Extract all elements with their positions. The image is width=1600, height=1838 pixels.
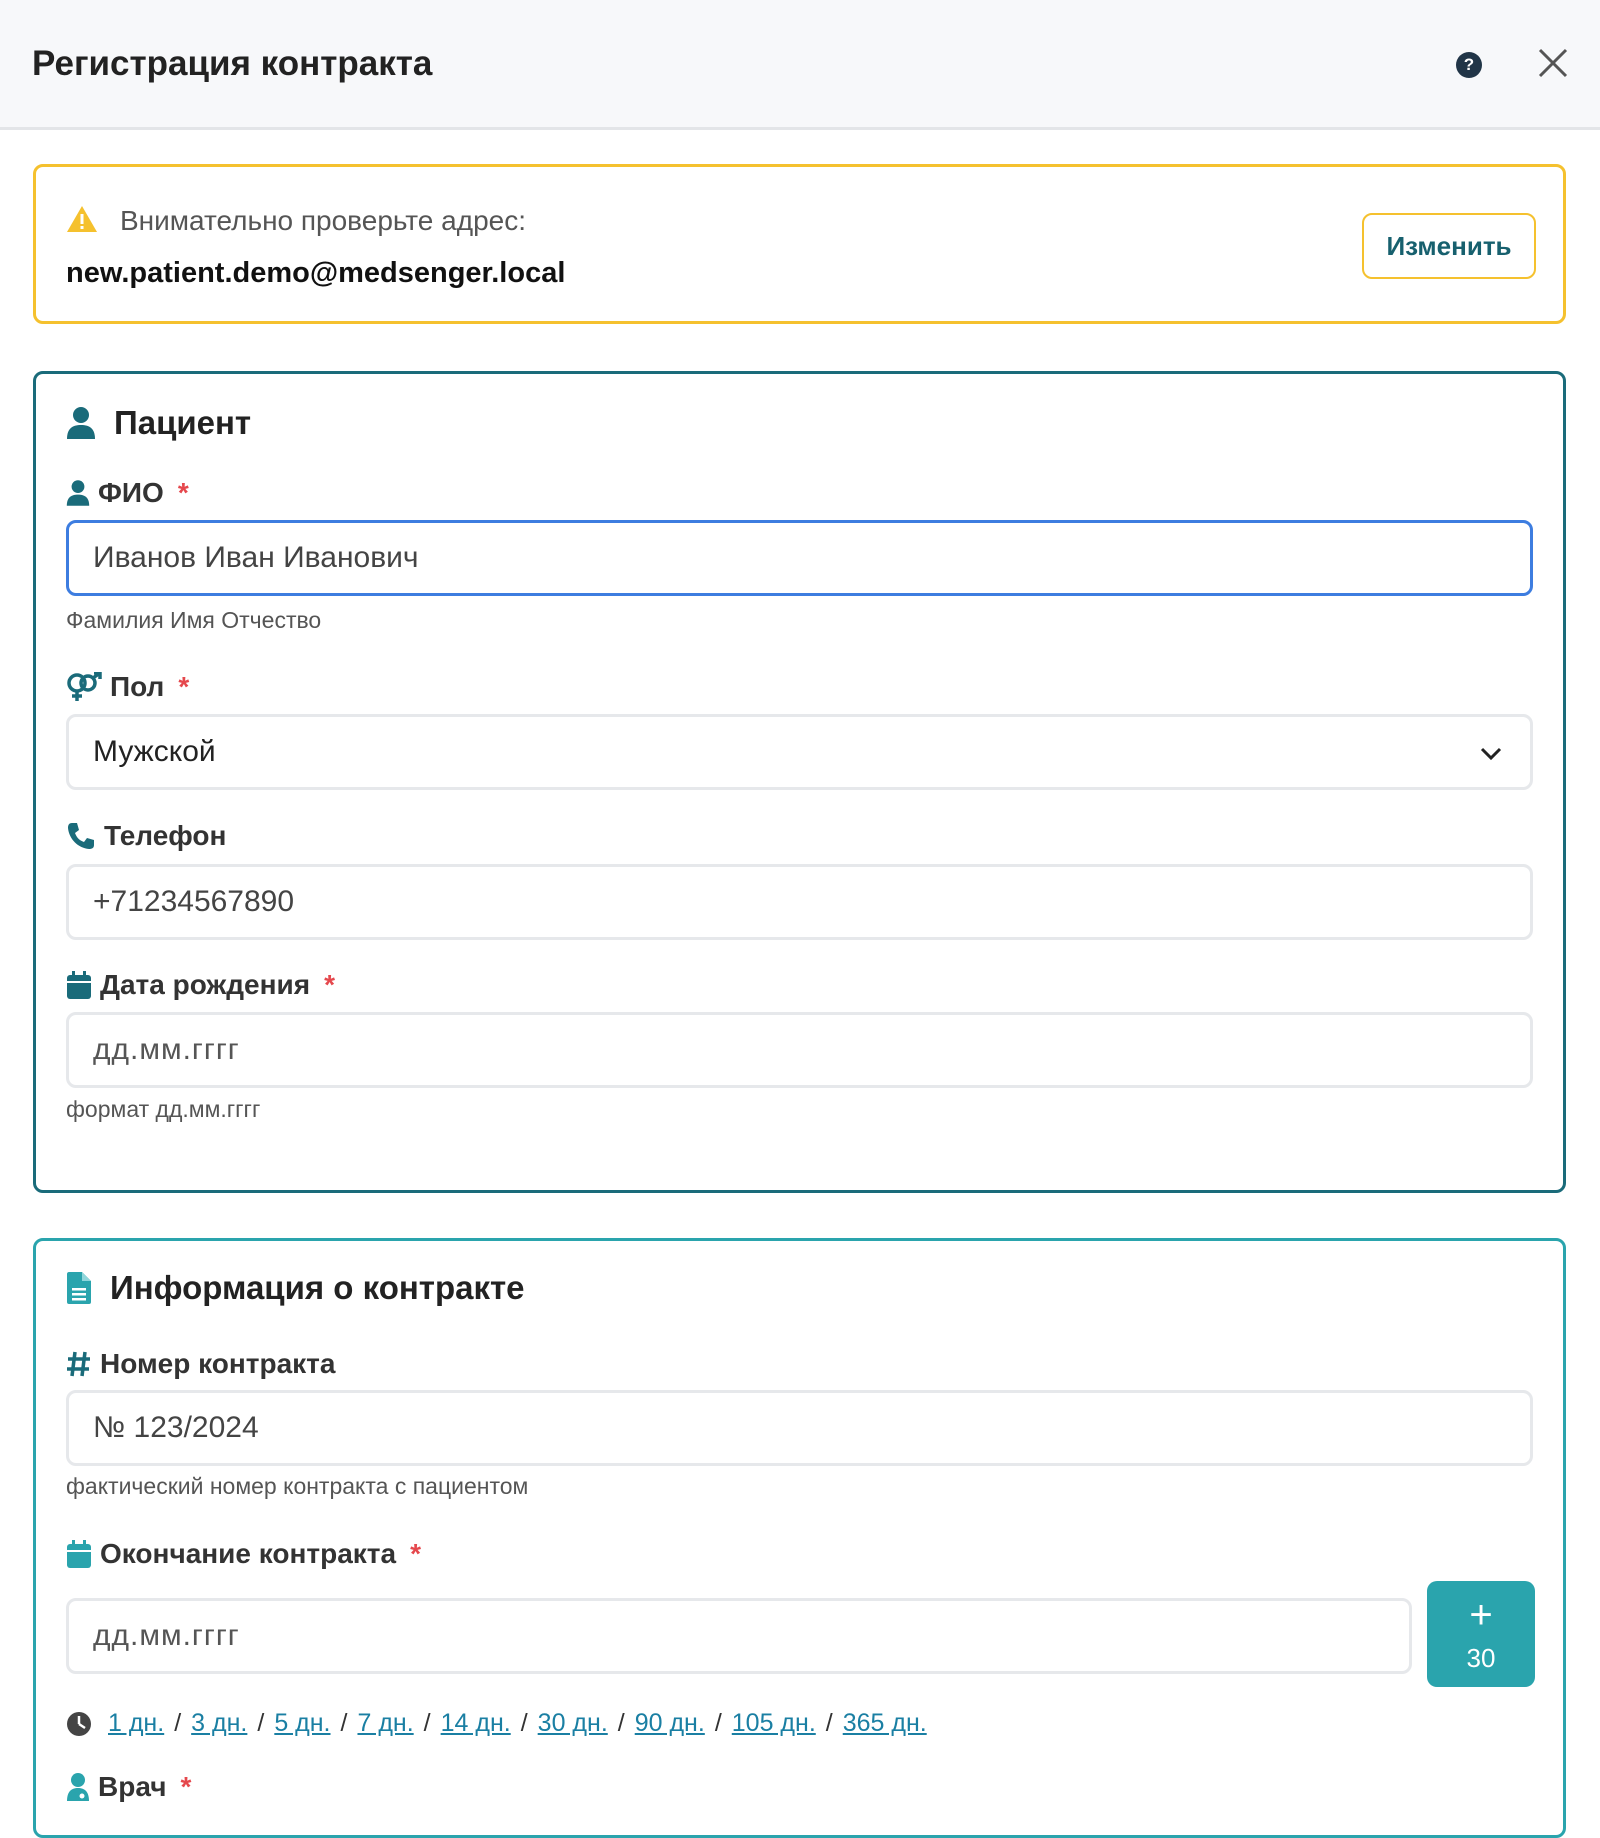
quick-days-365[interactable]: 365 дн.: [843, 1709, 927, 1738]
required-mark: *: [178, 671, 190, 702]
contract-end-placeholder: дд.мм.гггг: [93, 1619, 240, 1652]
contract-end-label: Окончание контракта *: [66, 1538, 421, 1570]
add-30-days-button[interactable]: + 30: [1427, 1581, 1535, 1687]
warning-icon: [67, 206, 97, 232]
fio-input-value: Иванов Иван Иванович: [93, 541, 419, 574]
quick-days-5[interactable]: 5 дн.: [274, 1709, 330, 1738]
address-warning: Внимательно проверьте адрес: new.patient…: [33, 164, 1566, 324]
phone-label-text: Телефон: [104, 820, 227, 851]
contract-card: Информация о контракте Номер контракта №…: [33, 1238, 1566, 1838]
birth-label-text: Дата рождения: [100, 969, 311, 1000]
fio-label-text: ФИО: [98, 477, 164, 508]
phone-input[interactable]: +71234567890: [66, 864, 1533, 940]
calendar-icon: [67, 1540, 91, 1568]
birth-date-placeholder: дд.мм.гггг: [93, 1033, 240, 1066]
quick-days-30[interactable]: 30 дн.: [538, 1709, 608, 1738]
quick-days-14[interactable]: 14 дн.: [441, 1709, 511, 1738]
quick-days-105[interactable]: 105 дн.: [732, 1709, 816, 1738]
sex-select-value: Мужской: [93, 735, 216, 768]
chevron-down-icon: [1480, 747, 1502, 761]
contract-number-label-text: Номер контракта: [100, 1348, 336, 1379]
phone-input-value: +71234567890: [93, 885, 295, 918]
quick-days-7[interactable]: 7 дн.: [357, 1709, 413, 1738]
required-mark: *: [324, 969, 335, 1000]
contract-end-label-text: Окончание контракта: [100, 1538, 397, 1569]
contract-end-input[interactable]: дд.мм.гггг: [66, 1598, 1412, 1674]
user-icon: [67, 407, 95, 439]
contract-number-input[interactable]: № 123/2024: [66, 1390, 1533, 1466]
required-mark: *: [180, 1771, 192, 1802]
required-mark: *: [410, 1538, 421, 1569]
quick-days-3[interactable]: 3 дн.: [191, 1709, 247, 1738]
change-address-button[interactable]: Изменить: [1362, 213, 1536, 279]
phone-label: Телефон: [66, 820, 226, 852]
contract-number-label: Номер контракта: [66, 1348, 335, 1380]
patient-section-title: Пациент: [66, 404, 251, 442]
sex-label: Пол *: [66, 671, 189, 703]
plus-symbol: +: [1469, 1593, 1493, 1637]
document-icon: [67, 1272, 91, 1304]
phone-icon: [68, 823, 94, 849]
contract-number-hint: фактический номер контракта с пациентом: [66, 1473, 529, 1499]
warning-message: Внимательно проверьте адрес:: [120, 205, 526, 236]
gender-icon: [67, 672, 102, 701]
calendar-icon: [67, 971, 91, 999]
contract-title-text: Информация о контракте: [110, 1269, 525, 1306]
user-icon: [66, 480, 90, 506]
doctor-label-text: Врач: [98, 1771, 167, 1802]
doctor-label: Врач *: [66, 1771, 191, 1803]
quick-duration-links: 1 дн./ 3 дн./ 5 дн./ 7 дн./ 14 дн./ 30 д…: [66, 1709, 927, 1738]
modal-header: Регистрация контракта ?: [0, 0, 1600, 130]
close-icon[interactable]: [1536, 46, 1570, 80]
fio-label: ФИО *: [66, 477, 189, 509]
sex-label-text: Пол: [110, 671, 165, 702]
plus-days: 30: [1466, 1643, 1496, 1673]
sex-select[interactable]: Мужской: [66, 714, 1533, 790]
fio-hint: Фамилия Имя Отчество: [66, 607, 322, 633]
required-mark: *: [177, 477, 189, 508]
quick-days-90[interactable]: 90 дн.: [635, 1709, 705, 1738]
fio-input[interactable]: Иванов Иван Иванович: [66, 520, 1533, 596]
contract-number-value: № 123/2024: [93, 1411, 259, 1444]
modal-title: Регистрация контракта: [32, 44, 433, 83]
clock-icon: [67, 1711, 91, 1736]
birth-date-input[interactable]: дд.мм.гггг: [66, 1012, 1533, 1088]
birth-hint: формат дд.мм.гггг: [66, 1096, 261, 1122]
birth-label: Дата рождения *: [66, 969, 335, 1001]
hash-icon: [67, 1351, 90, 1377]
quick-days-1[interactable]: 1 дн.: [108, 1709, 164, 1738]
patient-title-text: Пациент: [114, 404, 252, 441]
warning-email: new.patient.demo@medsenger.local: [66, 257, 566, 289]
contract-section-title: Информация о контракте: [66, 1269, 525, 1307]
patient-card: Пациент ФИО * Иванов Иван Иванович Фамили…: [33, 371, 1566, 1193]
help-icon[interactable]: ?: [1456, 52, 1482, 78]
